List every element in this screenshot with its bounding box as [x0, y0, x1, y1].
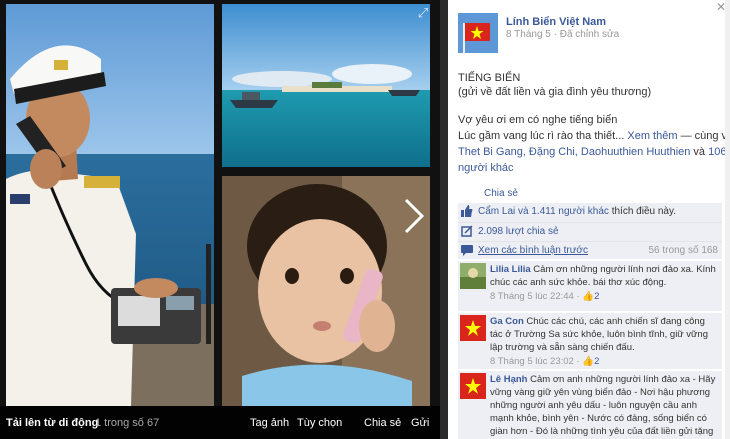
shares-count-link[interactable]: 2.098 lượt chia sẻ	[478, 223, 559, 241]
options-button[interactable]: Tùy chọn	[297, 417, 342, 429]
comment-author[interactable]: Ga Con	[490, 316, 524, 327]
comment-like-icon[interactable]: 👍	[582, 356, 594, 367]
comment-item: Lê Hạnh Cảm ơn anh những người lính đảo …	[458, 371, 722, 439]
viewer-bottom-bar: Tải lên từ di động 1 trong số 67 Tag ảnh…	[0, 406, 440, 439]
photo-island-sea[interactable]	[222, 4, 430, 167]
comment-like-icon[interactable]: 👍	[582, 291, 594, 302]
expand-icon[interactable]: ⤢	[416, 6, 430, 20]
photo-position: 1 trong số 67	[95, 417, 160, 429]
share-icon	[461, 225, 473, 237]
comment-author[interactable]: Lilia Lilia	[490, 264, 531, 275]
post-side-panel: ✕ Lính Biển Việt Nam 8 Tháng 5 · Đã chỉn…	[448, 0, 730, 439]
share-link[interactable]: Chia sẻ	[484, 188, 518, 199]
post-timestamp[interactable]: 8 Tháng 5 · Đã chỉnh sửa	[506, 29, 619, 40]
scrollbar[interactable]	[725, 0, 730, 439]
next-arrow-icon[interactable]	[398, 196, 428, 236]
ufi-block: Cẩm Lai và 1.411 người khác thích điều n…	[458, 203, 722, 259]
comment-meta: 8 Tháng 5 lúc 23:02 · 👍2	[490, 356, 600, 367]
shares-row: 2.098 lượt chia sẻ	[458, 222, 722, 241]
likes-count-link[interactable]: 1.411 người khác	[531, 206, 609, 217]
post-line-2: Lúc gầm vang lúc rì rào tha thiết... Xem…	[458, 130, 730, 142]
photo-viewer: ⤢ Tải lên từ di động 1 trong số 67 Tag ả…	[0, 0, 440, 439]
tagged-people-link[interactable]: Thet Bi Gang, Đặng Chi, Daohuuthien Huut…	[458, 146, 690, 158]
comment-count: 56 trong số 168	[648, 245, 719, 256]
view-previous-row: Xem các bình luận trước 56 trong số 168	[458, 241, 722, 260]
comment-meta: 8 Tháng 5 lúc 22:44 · 👍2	[490, 291, 600, 302]
page-name[interactable]: Lính Biển Việt Nam	[506, 16, 606, 28]
comment-item: Ga Con Chúc các chú, các anh chiến sĩ đa…	[458, 313, 722, 369]
send-button[interactable]: Gửi	[411, 417, 429, 429]
comment-item: Lilia Lilia Cảm ơn những người lính nơi …	[458, 261, 722, 311]
liker-name-link[interactable]: Cẩm Lai và	[478, 206, 531, 217]
page-avatar[interactable]	[458, 13, 498, 53]
view-previous-comments-link[interactable]: Xem các bình luận trước	[478, 242, 588, 260]
post-line-1: Vợ yêu ơi em có nghe tiếng biển	[458, 114, 618, 126]
see-more-link[interactable]: Xem thêm	[627, 130, 677, 142]
photo-officer-on-phone[interactable]	[6, 4, 214, 406]
comment-icon	[461, 244, 473, 256]
post-tagged-tail: người khác	[458, 162, 514, 174]
comment-author[interactable]: Lê Hạnh	[490, 374, 527, 385]
post-subtitle: (gửi về đất liền và gia đình yêu thương)	[458, 86, 652, 98]
commenter-avatar[interactable]	[460, 263, 486, 289]
share-button[interactable]: Chia sẻ	[364, 417, 401, 429]
tag-photo-button[interactable]: Tag ảnh	[250, 417, 289, 429]
album-link[interactable]: Tải lên từ di động	[6, 417, 98, 429]
thumbs-up-icon	[461, 205, 473, 217]
post-tagged-line: Thet Bi Gang, Đặng Chi, Daohuuthien Huut…	[458, 146, 727, 158]
likes-row: Cẩm Lai và 1.411 người khác thích điều n…	[458, 203, 722, 221]
post-title: TIẾNG BIỂN	[458, 72, 521, 84]
others-count-link[interactable]: 106	[708, 146, 726, 158]
commenter-avatar[interactable]	[460, 315, 486, 341]
commenter-avatar[interactable]	[460, 373, 486, 399]
